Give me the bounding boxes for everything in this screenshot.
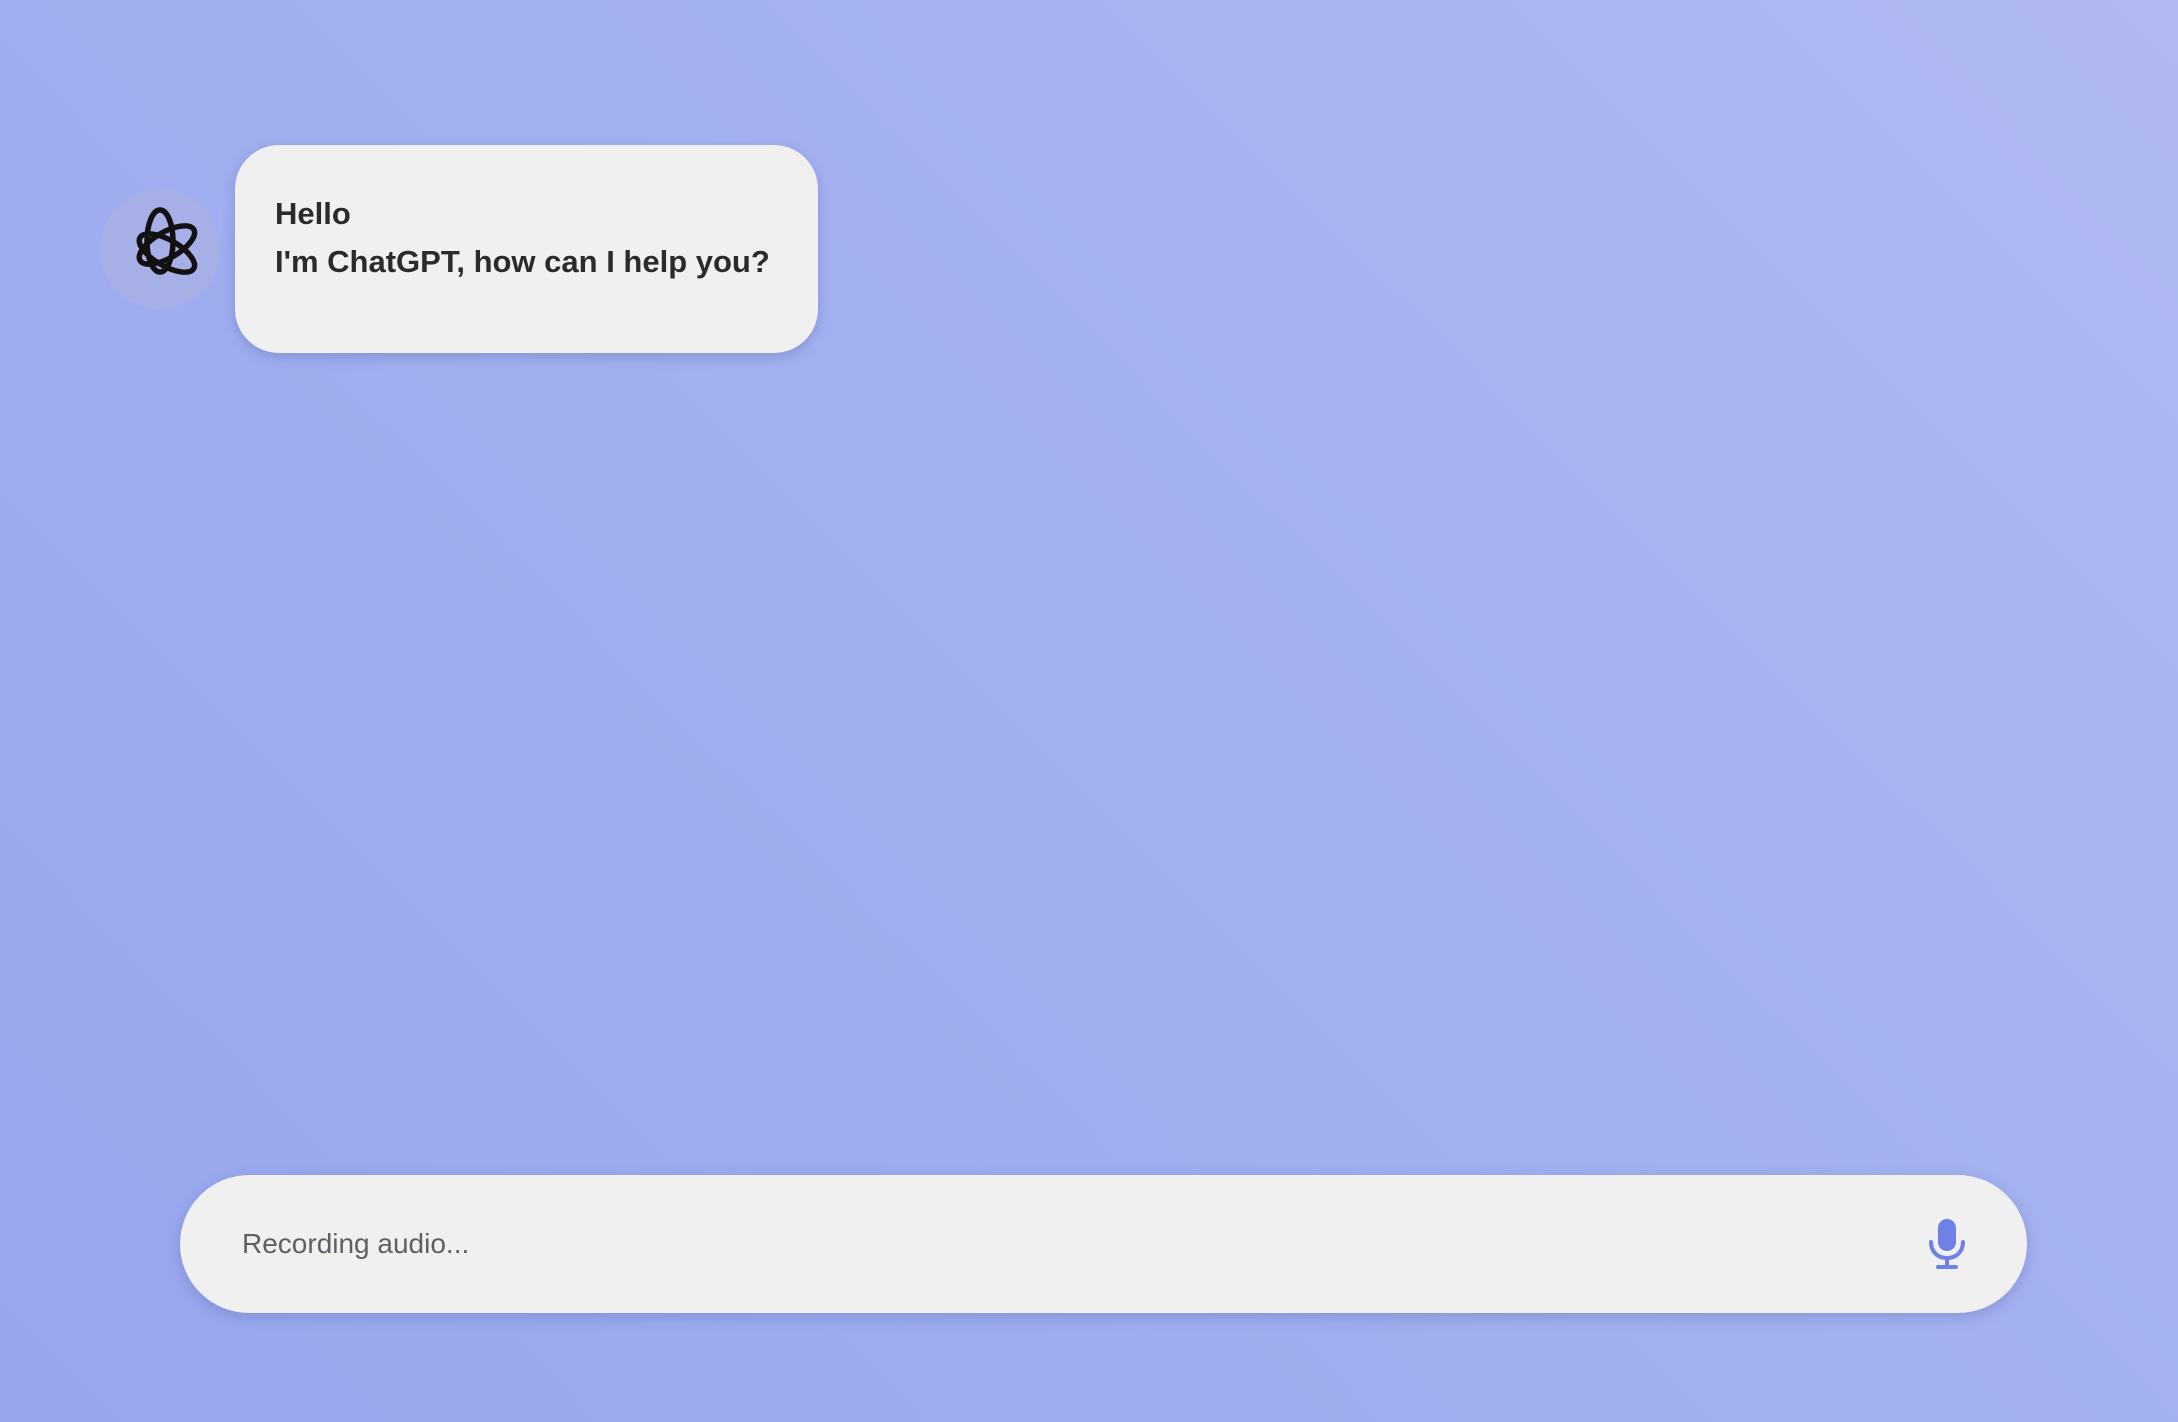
- assistant-avatar: [100, 189, 220, 309]
- assistant-message-bubble: Hello I'm ChatGPT, how can I help you?: [235, 145, 818, 353]
- chat-area: Hello I'm ChatGPT, how can I help you?: [0, 0, 2178, 1150]
- message-composer: [180, 1175, 2027, 1313]
- microphone-icon: [1929, 1219, 1965, 1269]
- message-line-greeting: Hello: [275, 196, 351, 231]
- assistant-message-row: Hello I'm ChatGPT, how can I help you?: [100, 145, 818, 353]
- message-input[interactable]: [240, 1227, 1917, 1261]
- microphone-button[interactable]: [1917, 1214, 1977, 1274]
- openai-logo-icon: [136, 207, 198, 275]
- message-line-intro: I'm ChatGPT, how can I help you?: [275, 244, 770, 279]
